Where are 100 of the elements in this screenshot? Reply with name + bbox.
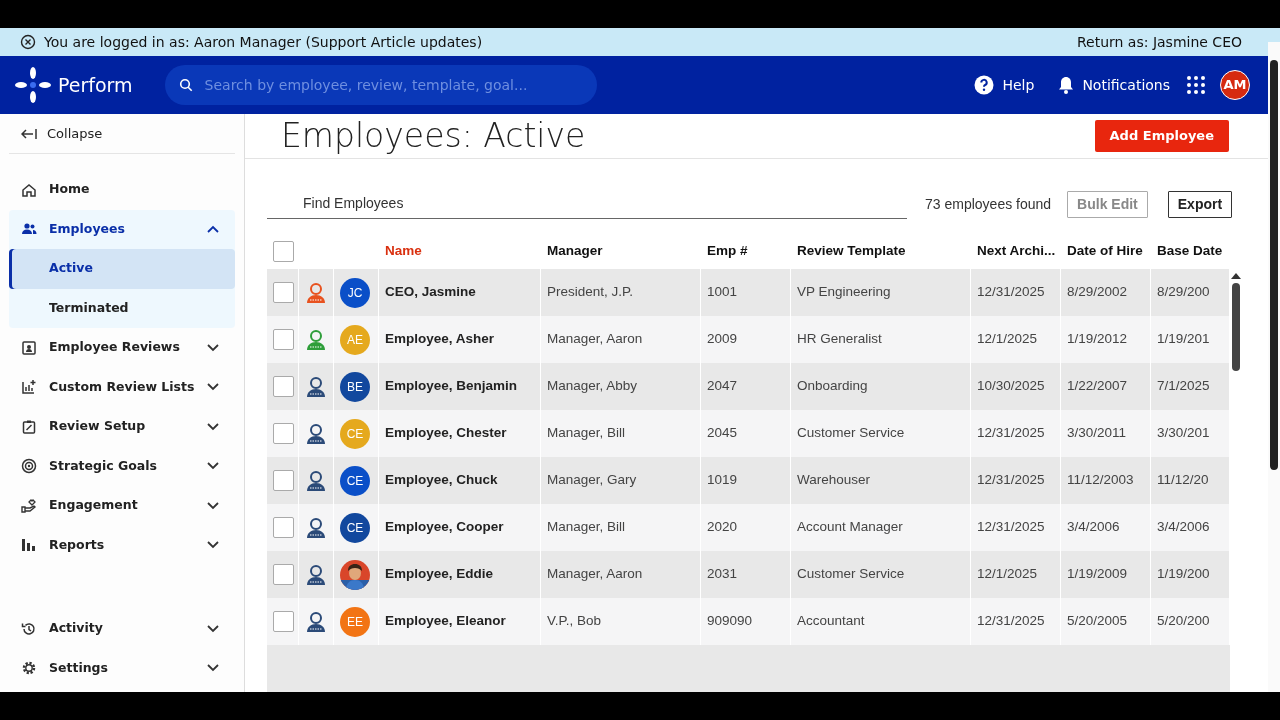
table-cell: 909090 [701,598,791,645]
scroll-up-icon[interactable] [1231,273,1241,279]
table-cell: 1/19/201 [1151,316,1230,363]
column-header[interactable]: Base Date [1151,233,1230,269]
employee-name[interactable]: Employee, Eleanor [379,598,541,645]
table-cell: 5/20/2005 [1061,598,1151,645]
table-cell: 7/1/2025 [1151,363,1230,410]
table-cell: 12/31/2025 [971,504,1061,551]
checkbox[interactable] [273,376,294,397]
table-cell: Manager, Gary [541,457,701,504]
checkbox[interactable] [273,329,294,350]
history-icon [21,620,37,637]
table-cell: Customer Service [791,551,971,598]
close-icon[interactable] [20,34,36,50]
sidebar-item[interactable]: Employee Reviews [9,328,235,368]
employee-name[interactable]: Employee, Chuck [379,457,541,504]
table-cell: 2047 [701,363,791,410]
chevron-down-icon [207,422,219,431]
table-cell: 12/31/2025 [971,457,1061,504]
table-cell: HR Generalist [791,316,971,363]
sidebar-item[interactable]: Home [9,170,235,210]
avatar: AE [340,324,370,355]
checkbox[interactable] [273,470,294,491]
chevron-down-icon [207,462,219,471]
employee-name[interactable]: CEO, Jasmine [379,269,541,316]
scrollbar-thumb[interactable] [1270,60,1278,470]
column-header[interactable]: Review Template [791,233,971,269]
table-cell: VP Engineering [791,269,971,316]
table-cell: 2045 [701,410,791,457]
table-cell: 1019 [701,457,791,504]
column-header[interactable]: Manager [541,233,701,269]
sidebar-item[interactable]: Activity [9,609,235,649]
table-cell: 3/4/2006 [1061,504,1151,551]
avatar: CE [340,512,370,543]
employee-name[interactable]: Employee, Cooper [379,504,541,551]
result-count: 73 employees found [925,194,1052,214]
bar-chart-icon [21,537,37,554]
checkbox[interactable] [273,282,294,303]
table-cell: 1/19/2012 [1061,316,1151,363]
clipboard-icon [21,418,37,435]
table-cell: 12/31/2025 [971,598,1061,645]
table-cell: 3/4/2006 [1151,504,1230,551]
sidebar-item[interactable]: Reports [9,525,235,565]
sidebar-item[interactable]: Engagement [9,486,235,526]
sidebar-subitem[interactable]: Terminated [9,288,235,328]
column-header[interactable]: Emp # [701,233,791,269]
export-button[interactable]: Export [1167,190,1233,218]
checkbox[interactable] [273,517,294,538]
logo-icon[interactable] [14,66,52,104]
avatar: CE [340,465,370,496]
sidebar-subitem[interactable]: Active [9,249,235,289]
chevron-up-icon [207,225,219,234]
table-cell: Manager, Abby [541,363,701,410]
column-header[interactable]: Date of Hire [1061,233,1151,269]
sidebar-item[interactable]: Strategic Goals [9,446,235,486]
sidebar-item[interactable]: Settings [9,648,235,688]
table-cell: Accountant [791,598,971,645]
return-link[interactable]: Return as: Jasmine CEO [1076,31,1242,53]
help-link[interactable]: Help [1002,74,1035,96]
table-cell: 3/30/201 [1151,410,1230,457]
table-cell: 10/30/2025 [971,363,1061,410]
checkbox[interactable] [273,611,294,632]
checkbox[interactable] [273,240,294,262]
column-header[interactable]: Next Archi... [971,233,1061,269]
avatar: BE [340,371,370,402]
employee-name[interactable]: Employee, Eddie [379,551,541,598]
table-cell: 1/19/2009 [1061,551,1151,598]
sidebar-item[interactable]: Employees [9,209,235,249]
help-icon[interactable] [974,75,995,95]
avatar: CE [340,418,370,449]
employee-name[interactable]: Employee, Benjamin [379,363,541,410]
table-cell: Warehouser [791,457,971,504]
avatar: EE [340,606,370,637]
checkbox[interactable] [273,423,294,444]
checkbox[interactable] [273,564,294,585]
table-cell: 12/31/2025 [971,269,1061,316]
sidebar-item[interactable]: Review Setup [9,407,235,447]
id-badge-icon [21,339,37,356]
user-avatar[interactable]: AM [1220,70,1250,100]
collapse-button[interactable]: Collapse [9,114,235,154]
table-cell: 11/12/20 [1151,457,1230,504]
table-cell: 2031 [701,551,791,598]
scrollbar-thumb[interactable] [1232,283,1240,371]
table-cell: 2009 [701,316,791,363]
notifications-link[interactable]: Notifications [1082,74,1170,96]
table-cell: Onboarding [791,363,971,410]
search-field[interactable]: Search by employee, review, template, goal... [164,65,597,105]
employee-name[interactable]: Employee, Asher [379,316,541,363]
bell-icon[interactable] [1058,75,1075,95]
page-title: Employees: Active [281,116,586,156]
column-header[interactable]: Name [379,233,541,269]
table-cell: Manager, Aaron [541,316,701,363]
brand-name[interactable]: Perform [58,70,133,100]
add-employee-button[interactable]: Add Employee [1094,120,1229,152]
employee-name[interactable]: Employee, Chester [379,410,541,457]
table-cell: V.P., Bob [541,598,701,645]
sidebar-item[interactable]: Custom Review Lists [9,367,235,407]
chevron-down-icon [207,664,219,673]
apps-grid-icon[interactable] [1186,75,1206,95]
settings-icon [21,660,37,677]
